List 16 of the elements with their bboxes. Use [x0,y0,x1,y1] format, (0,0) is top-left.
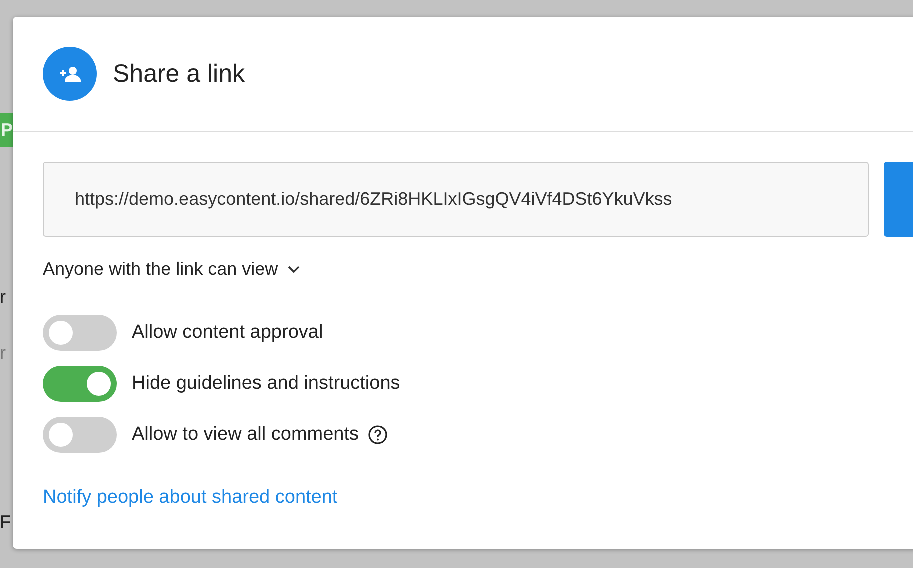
toggle-label: Allow to view all comments [132,424,360,446]
add-person-icon [43,47,97,101]
help-icon[interactable] [368,425,388,445]
toggle-label: Hide guidelines and instructions [132,373,400,395]
toggle-switch[interactable] [43,417,117,453]
dialog-title: Share a link [113,60,246,88]
background-text: F [0,511,11,534]
toggle-switch[interactable] [43,366,117,402]
link-field[interactable]: https://demo.easycontent.io/shared/6ZRi8HKLIxIGsgQV4iVf4DSt6YkuVkss [43,162,870,237]
access-dropdown[interactable]: Anyone with the link can view [43,259,300,280]
toggle-switch[interactable] [43,315,117,351]
background-text: r [0,342,6,365]
background-text: r [0,286,6,309]
toggle-label: Allow content approval [132,322,324,344]
chevron-down-icon [288,266,300,274]
notify-link[interactable]: Notify people about shared content [43,487,338,509]
